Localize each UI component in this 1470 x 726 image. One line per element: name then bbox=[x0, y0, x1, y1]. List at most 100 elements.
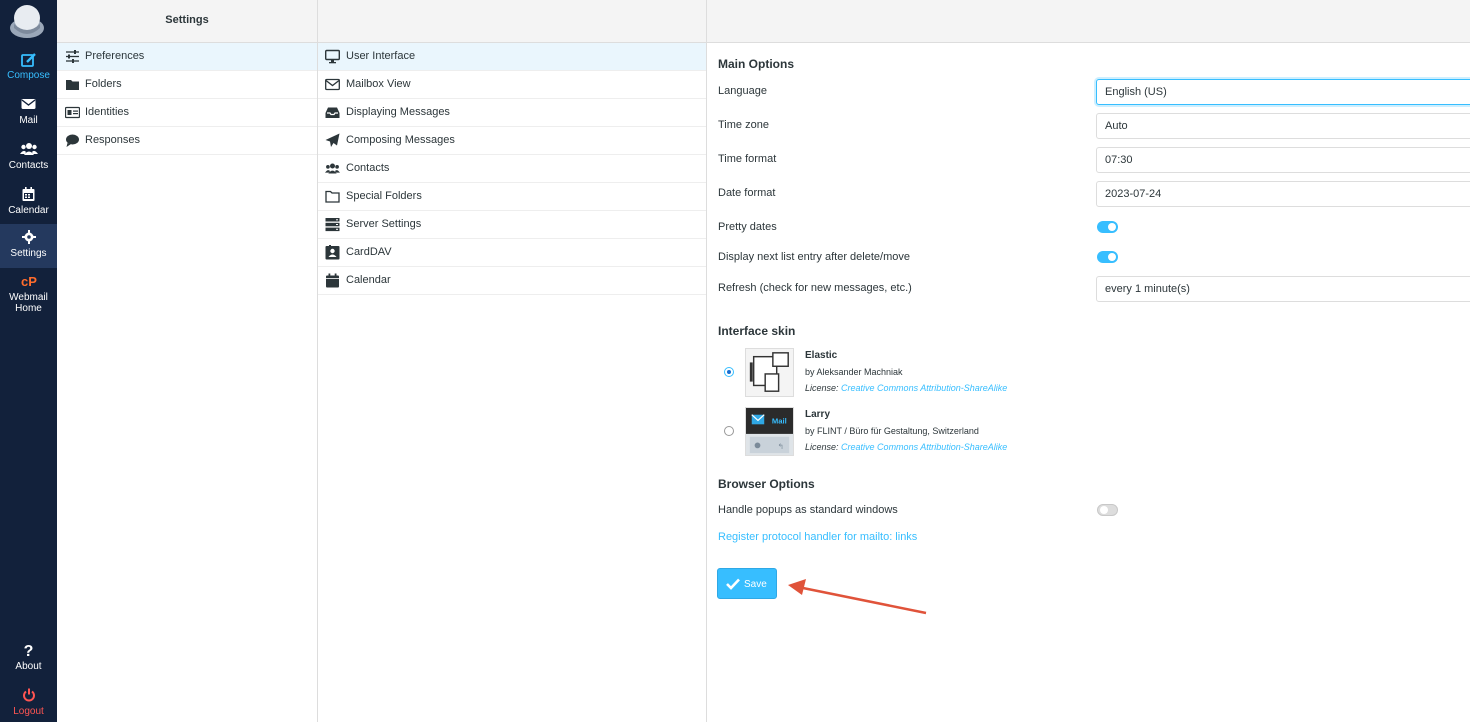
home-label: Home bbox=[15, 303, 42, 314]
users-icon bbox=[0, 142, 57, 160]
larry-thumb-text: Mail bbox=[772, 416, 787, 425]
license-link-elastic[interactable]: Creative Commons Attribution-ShareAlike bbox=[841, 383, 1007, 393]
svg-text:↰: ↰ bbox=[778, 442, 784, 451]
skin-radio-larry[interactable] bbox=[724, 426, 734, 436]
compose-label: Compose bbox=[7, 70, 50, 81]
settings-label: Settings bbox=[10, 248, 47, 259]
timezone-select[interactable]: Auto bbox=[1096, 113, 1470, 139]
about-button[interactable]: ? About bbox=[0, 637, 57, 681]
next-entry-toggle[interactable] bbox=[1097, 251, 1118, 263]
section-item-carddav[interactable]: CardDAV bbox=[318, 239, 706, 267]
skin-option-elastic[interactable]: Elastic by Aleksander Machniak License: … bbox=[718, 348, 1118, 402]
logout-label: Logout bbox=[13, 706, 44, 717]
interface-skin-title: Interface skin bbox=[718, 324, 796, 338]
skin-author-larry: by FLINT / Büro für Gestaltung, Switzerl… bbox=[805, 426, 979, 436]
refresh-select[interactable]: every 1 minute(s) bbox=[1096, 276, 1470, 302]
content-header bbox=[707, 0, 1470, 43]
mail-label: Mail bbox=[19, 115, 38, 126]
preferences-sections-panel: User Interface Mailbox View Displaying M… bbox=[318, 0, 707, 722]
pencil-square-icon bbox=[0, 52, 57, 70]
skin-name-elastic: Elastic bbox=[805, 350, 838, 361]
about-label: About bbox=[15, 661, 42, 672]
pretty-dates-label: Pretty dates bbox=[718, 221, 777, 233]
power-icon bbox=[0, 688, 57, 706]
time-format-label: Time format bbox=[718, 153, 777, 165]
settings-item-preferences[interactable]: Preferences bbox=[57, 43, 317, 71]
section-item-special-folders[interactable]: Special Folders bbox=[318, 183, 706, 211]
save-button[interactable]: Save bbox=[717, 568, 777, 599]
calendar-icon bbox=[326, 273, 339, 288]
calendar-icon bbox=[0, 187, 57, 205]
section-item-label: Contacts bbox=[346, 162, 390, 174]
larry-skin-thumbnail: Mail ↰ bbox=[745, 407, 794, 456]
server-icon bbox=[325, 218, 340, 232]
refresh-label: Refresh (check for new messages, etc.) bbox=[718, 282, 912, 294]
webmail-home-button[interactable]: cP Webmail Home bbox=[0, 268, 57, 316]
section-item-contacts[interactable]: Contacts bbox=[318, 155, 706, 183]
cpanel-icon: cP bbox=[0, 274, 57, 292]
users-icon bbox=[325, 163, 340, 174]
sections-header bbox=[318, 0, 706, 43]
date-format-select[interactable]: 2023-07-24 bbox=[1096, 181, 1470, 207]
contacts-label: Contacts bbox=[8, 160, 49, 171]
id-card-icon bbox=[65, 106, 80, 119]
section-item-label: CardDAV bbox=[346, 246, 392, 258]
comment-icon bbox=[66, 134, 79, 147]
skin-license-larry: License: Creative Commons Attribution-Sh… bbox=[805, 442, 1007, 452]
skin-author-elastic: by Aleksander Machniak bbox=[805, 367, 903, 377]
section-item-server-settings[interactable]: Server Settings bbox=[318, 211, 706, 239]
settings-item-folders[interactable]: Folders bbox=[57, 71, 317, 99]
elastic-skin-thumbnail bbox=[745, 348, 794, 397]
section-item-composing-messages[interactable]: Composing Messages bbox=[318, 127, 706, 155]
section-item-user-interface[interactable]: User Interface bbox=[318, 43, 706, 71]
register-protocol-link[interactable]: Register protocol handler for mailto: li… bbox=[718, 531, 917, 543]
section-item-label: Server Settings bbox=[346, 218, 422, 230]
compose-button[interactable]: Compose bbox=[0, 46, 57, 90]
time-format-select[interactable]: 07:30 bbox=[1096, 147, 1470, 173]
calendar-button[interactable]: Calendar bbox=[0, 181, 57, 225]
settings-list-panel: Settings Preferences Folders Identities … bbox=[57, 0, 318, 722]
roundcube-logo[interactable] bbox=[7, 2, 47, 40]
envelope-icon bbox=[0, 97, 57, 115]
popups-label: Handle popups as standard windows bbox=[718, 504, 898, 516]
language-select[interactable]: English (US) bbox=[1096, 79, 1470, 105]
license-prefix: License: bbox=[805, 383, 839, 393]
skin-license-elastic: License: Creative Commons Attribution-Sh… bbox=[805, 383, 1007, 393]
gear-icon bbox=[0, 230, 57, 248]
section-item-label: Composing Messages bbox=[346, 134, 455, 146]
section-item-displaying-messages[interactable]: Displaying Messages bbox=[318, 99, 706, 127]
settings-button[interactable]: Settings bbox=[0, 224, 57, 268]
license-link-larry[interactable]: Creative Commons Attribution-ShareAlike bbox=[841, 442, 1007, 452]
contacts-button[interactable]: Contacts bbox=[0, 136, 57, 180]
language-label: Language bbox=[718, 85, 767, 97]
envelope-icon bbox=[325, 78, 340, 91]
skin-radio-elastic[interactable] bbox=[724, 367, 734, 377]
pretty-dates-toggle[interactable] bbox=[1097, 221, 1118, 233]
section-item-mailbox-view[interactable]: Mailbox View bbox=[318, 71, 706, 99]
folder-outline-icon bbox=[325, 190, 340, 203]
section-item-label: Mailbox View bbox=[346, 78, 411, 90]
sliders-icon bbox=[66, 50, 79, 63]
save-label: Save bbox=[744, 579, 767, 590]
question-icon: ? bbox=[23, 643, 34, 660]
settings-item-identities[interactable]: Identities bbox=[57, 99, 317, 127]
settings-item-responses[interactable]: Responses bbox=[57, 127, 317, 155]
section-item-label: User Interface bbox=[346, 50, 416, 62]
monitor-icon bbox=[325, 49, 340, 64]
section-item-label: Calendar bbox=[346, 274, 391, 286]
address-book-icon bbox=[325, 245, 340, 260]
skin-option-larry[interactable]: Mail ↰ Larry by FLINT / Büro für Gestalt… bbox=[718, 407, 1118, 461]
section-item-label: Displaying Messages bbox=[346, 106, 450, 118]
svg-text:cP: cP bbox=[21, 274, 37, 288]
popups-toggle[interactable] bbox=[1097, 504, 1118, 516]
settings-item-label: Preferences bbox=[85, 50, 145, 62]
section-item-label: Special Folders bbox=[346, 190, 422, 202]
mail-button[interactable]: Mail bbox=[0, 91, 57, 135]
section-item-calendar[interactable]: Calendar bbox=[318, 267, 706, 295]
checkmark-icon bbox=[726, 578, 740, 590]
paper-plane-icon bbox=[325, 133, 340, 147]
main-options-title: Main Options bbox=[718, 57, 794, 71]
timezone-label: Time zone bbox=[718, 119, 769, 131]
annotation-arrow bbox=[788, 579, 927, 615]
logout-button[interactable]: Logout bbox=[0, 682, 57, 726]
